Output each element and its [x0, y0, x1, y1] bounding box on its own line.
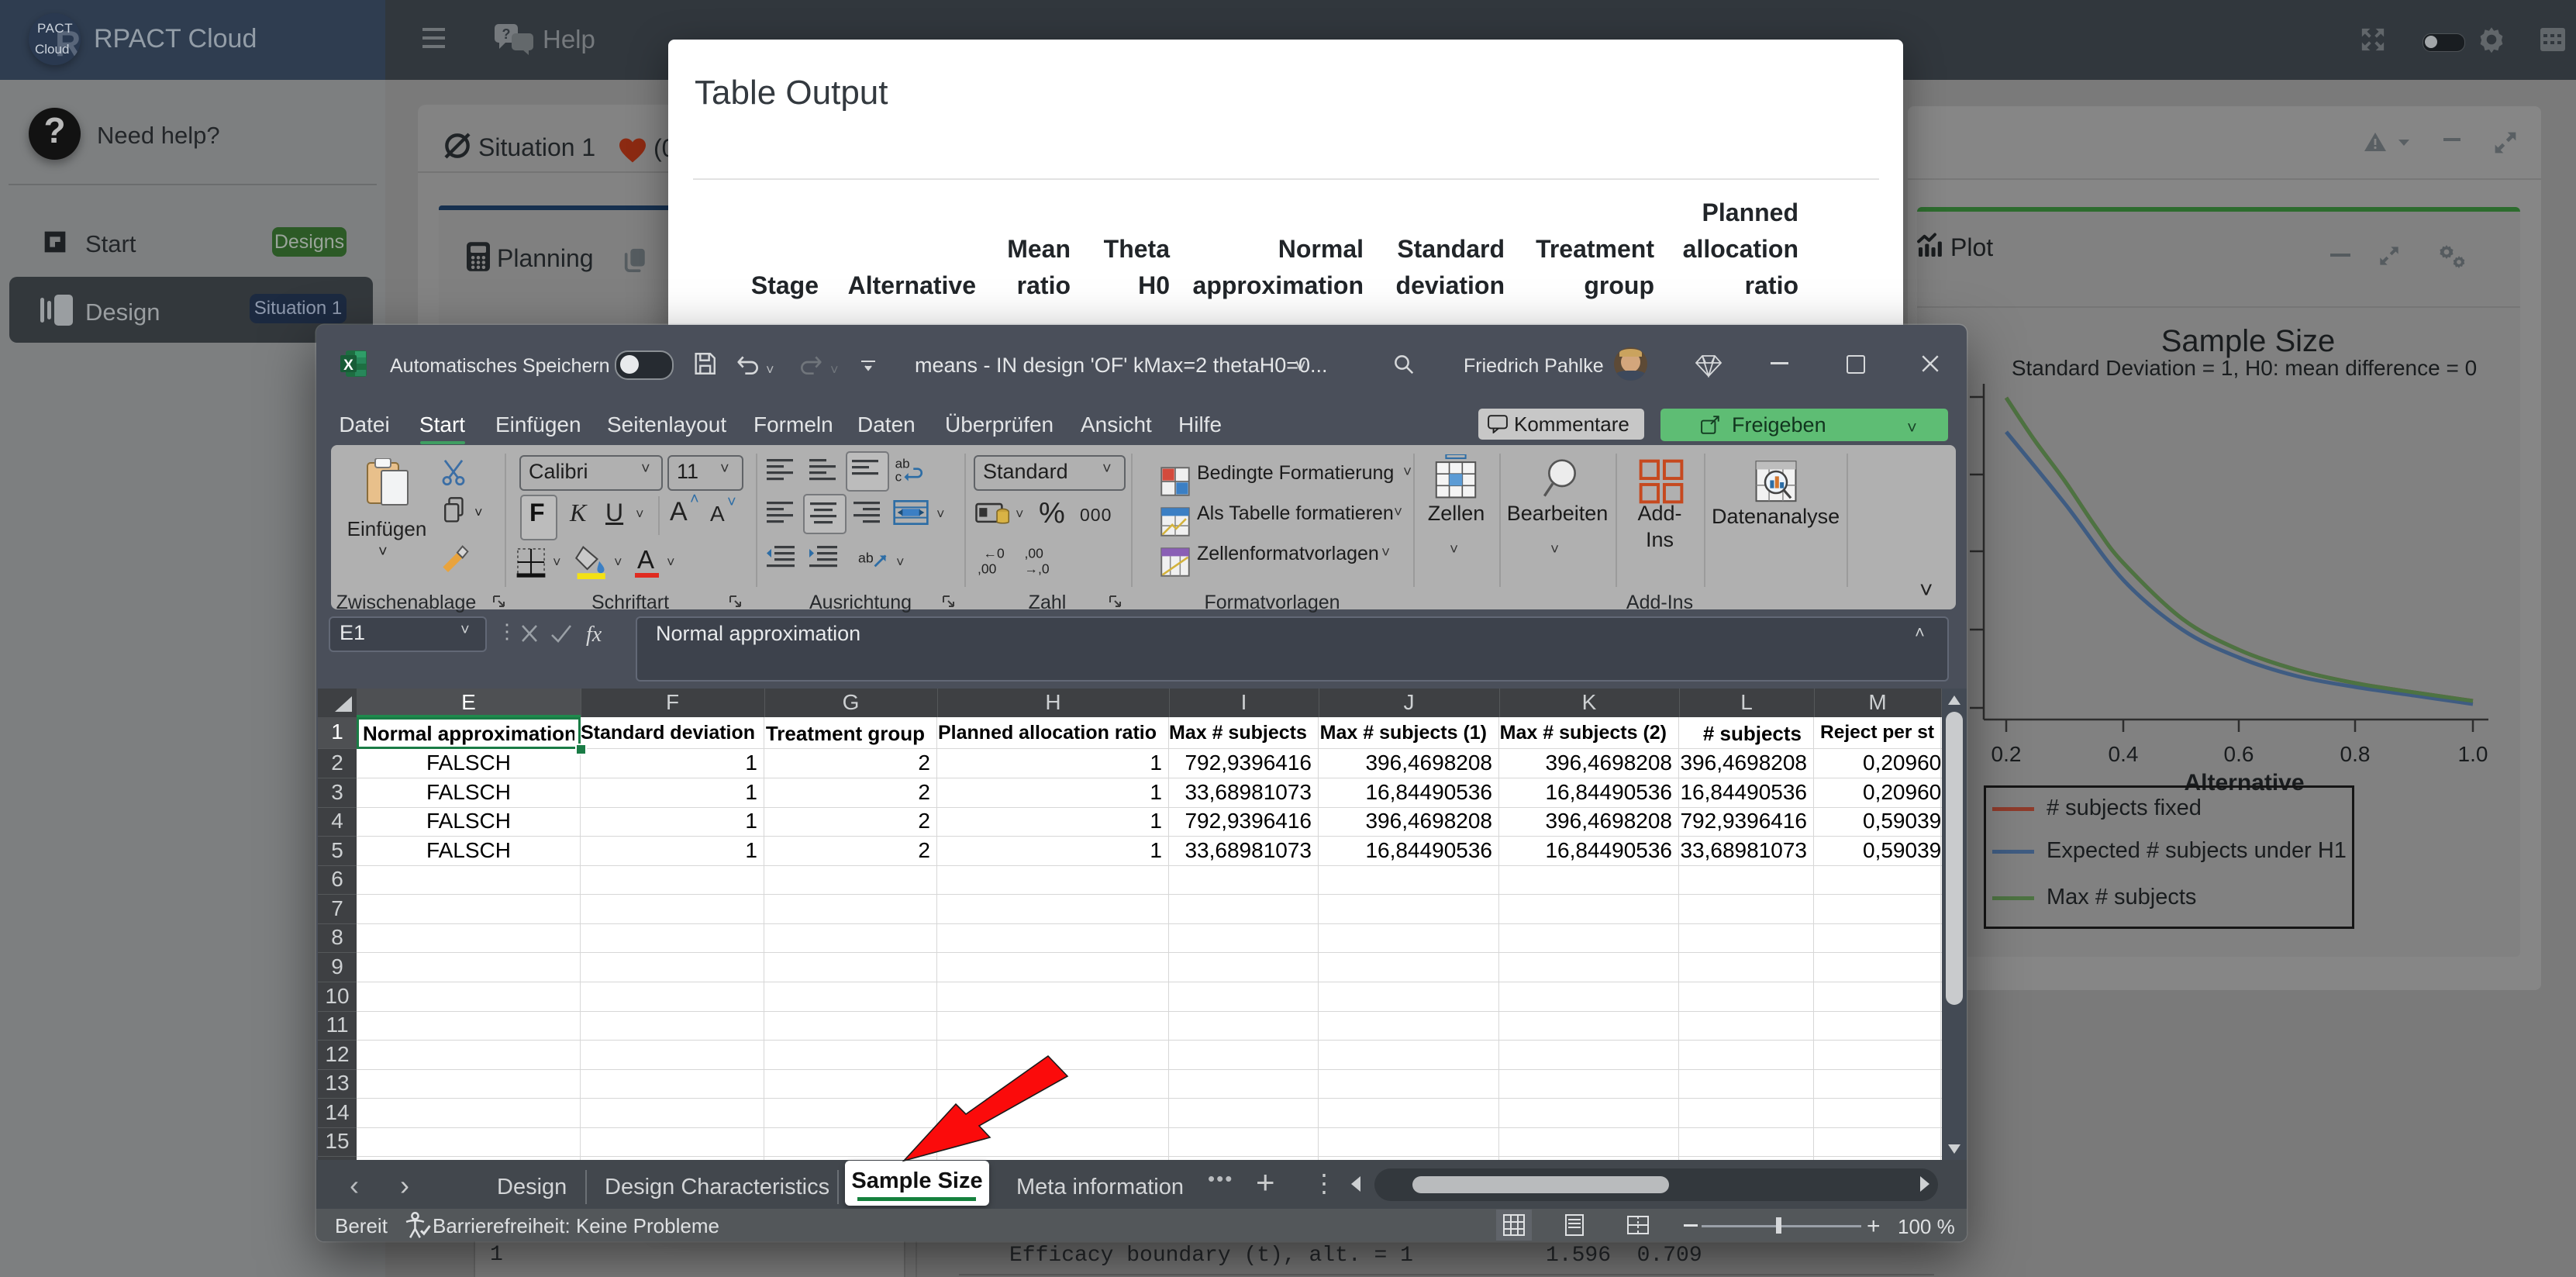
svg-text:0.2: 0.2	[1991, 742, 2022, 766]
svg-text:0.8: 0.8	[2340, 742, 2371, 766]
svg-text:,00: ,00	[1025, 546, 1044, 561]
svg-text:fx: fx	[586, 623, 602, 647]
svg-text:X: X	[343, 357, 353, 374]
svg-text:,00: ,00	[978, 561, 997, 576]
svg-text:1.0: 1.0	[2458, 742, 2488, 766]
svg-text:→,0: →,0	[1025, 561, 1050, 576]
svg-text:?: ?	[502, 26, 511, 42]
svg-text:←0: ←0	[984, 546, 1005, 561]
svg-text:c: c	[895, 469, 902, 484]
svg-text:0.4: 0.4	[2109, 742, 2139, 766]
svg-text:0.6: 0.6	[2224, 742, 2254, 766]
svg-text:ab: ab	[858, 550, 874, 565]
